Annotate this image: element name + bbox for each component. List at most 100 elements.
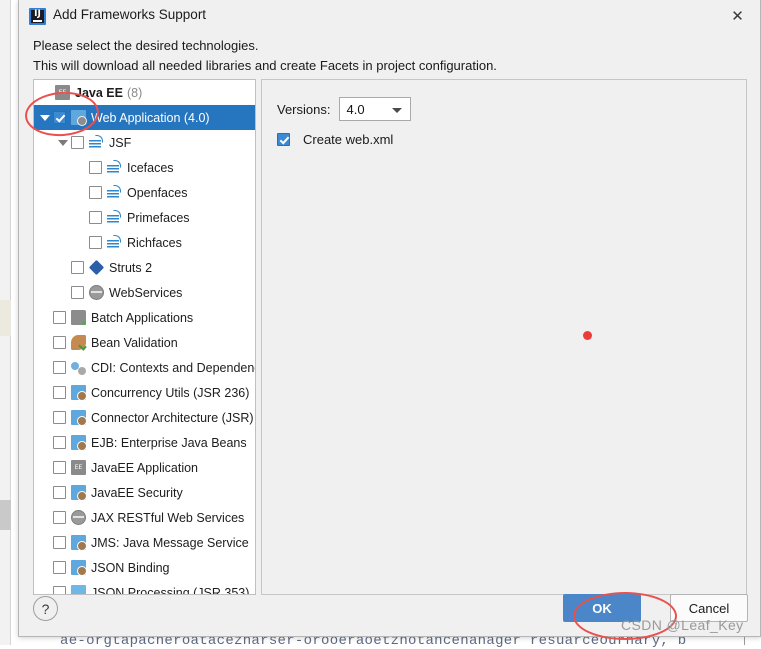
chevron-down-icon[interactable] [58, 140, 68, 146]
bean-validation-icon [71, 335, 86, 350]
tree-row[interactable]: JavaEE Application [34, 455, 255, 480]
tree-row[interactable]: WebServices [34, 280, 255, 305]
tree-row-label: Openfaces [127, 186, 187, 200]
tree-row-label: EJB: Enterprise Java Beans [91, 436, 247, 450]
module-icon [71, 435, 86, 450]
framework-checkbox[interactable] [53, 436, 66, 449]
tree-row-count: (8) [127, 86, 142, 100]
tree-row[interactable]: Connector Architecture (JSR) [34, 405, 255, 430]
cdi-icon [71, 360, 86, 375]
jsf-icon [107, 235, 122, 250]
tree-row[interactable]: Web Application (4.0) [34, 105, 255, 130]
tree-row[interactable]: JavaEE Security [34, 480, 255, 505]
tree-row[interactable]: Bean Validation [34, 330, 255, 355]
tree-row-label: CDI: Contexts and Dependency Injection [91, 361, 255, 375]
tree-row-label: Struts 2 [109, 261, 152, 275]
create-webxml-label: Create web.xml [303, 132, 393, 147]
tree-row-label: JavaEE Application [91, 461, 198, 475]
tree-row[interactable]: CDI: Contexts and Dependency Injection [34, 355, 255, 380]
tree-row[interactable]: Concurrency Utils (JSR 236) [34, 380, 255, 405]
javaee-icon [55, 85, 70, 100]
framework-detail-pane: Versions: 4.0 Create web.xml [261, 79, 747, 595]
globe-icon [89, 285, 104, 300]
dialog-title: Add Frameworks Support [53, 7, 206, 22]
tree-row[interactable]: EJB: Enterprise Java Beans [34, 430, 255, 455]
tree-row[interactable]: JSON Processing (JSR 353) [34, 580, 255, 594]
dialog-description: Please select the desired technologies. … [33, 36, 733, 76]
javaee-icon [71, 460, 86, 475]
tree-row[interactable]: Openfaces [34, 180, 255, 205]
tree-row-label: WebServices [109, 286, 182, 300]
framework-checkbox[interactable] [53, 386, 66, 399]
framework-checkbox[interactable] [53, 561, 66, 574]
module-icon [71, 410, 86, 425]
frameworks-tree[interactable]: Java EE (8) Web Application (4.0) JSF Icefac… [34, 80, 255, 594]
gutter-band-selected [0, 500, 11, 530]
ok-button[interactable]: OK [563, 594, 641, 622]
jsf-icon [107, 160, 122, 175]
background-gutter [0, 0, 11, 645]
struts-icon [89, 260, 104, 275]
framework-checkbox[interactable] [53, 511, 66, 524]
create-webxml-checkbox[interactable] [277, 133, 290, 146]
tree-row[interactable]: Batch Applications [34, 305, 255, 330]
tree-row[interactable]: Primefaces [34, 205, 255, 230]
framework-checkbox[interactable] [53, 486, 66, 499]
versions-selected-value: 4.0 [346, 102, 364, 117]
versions-row: Versions: 4.0 [277, 97, 411, 121]
chevron-down-icon [392, 108, 402, 113]
framework-checkbox[interactable] [53, 461, 66, 474]
tree-row-label: JSON Binding [91, 561, 170, 575]
framework-checkbox[interactable] [53, 311, 66, 324]
framework-checkbox[interactable] [89, 186, 102, 199]
help-button[interactable]: ? [33, 596, 58, 621]
tree-row[interactable]: JMS: Java Message Service [34, 530, 255, 555]
tree-row[interactable]: Richfaces [34, 230, 255, 255]
globe-icon [71, 510, 86, 525]
tree-row-label: Concurrency Utils (JSR 236) [91, 386, 249, 400]
framework-checkbox[interactable] [89, 211, 102, 224]
tree-row[interactable]: Struts 2 [34, 255, 255, 280]
batch-icon [71, 310, 86, 325]
close-icon[interactable]: ✕ [715, 0, 760, 32]
jsf-icon [107, 210, 122, 225]
tree-row[interactable]: JSF [34, 130, 255, 155]
tree-row-label: JSON Processing (JSR 353) [91, 586, 249, 595]
description-line-2: This will download all needed libraries … [33, 56, 733, 76]
tree-row-label: Java EE [75, 86, 123, 100]
module-icon [71, 535, 86, 550]
versions-label: Versions: [277, 102, 330, 117]
framework-checkbox[interactable] [89, 161, 102, 174]
framework-checkbox[interactable] [53, 586, 66, 594]
tree-row-label: JSF [109, 136, 131, 150]
web-application-icon [71, 110, 86, 125]
tree-row[interactable]: Icefaces [34, 155, 255, 180]
tree-row-label: Richfaces [127, 236, 182, 250]
tree-row[interactable]: JAX RESTful Web Services [34, 505, 255, 530]
framework-checkbox[interactable] [53, 361, 66, 374]
cancel-button[interactable]: Cancel [670, 594, 748, 622]
framework-checkbox[interactable] [71, 286, 84, 299]
framework-checkbox[interactable] [53, 336, 66, 349]
versions-dropdown[interactable]: 4.0 [339, 97, 411, 121]
tree-row-label: Web Application (4.0) [91, 111, 210, 125]
add-frameworks-support-dialog: Add Frameworks Support ✕ Please select t… [18, 0, 761, 637]
tree-row-label: JavaEE Security [91, 486, 183, 500]
dialog-footer: ? OK Cancel [19, 594, 761, 636]
jsf-icon [107, 185, 122, 200]
gutter-band-highlight [0, 300, 11, 336]
mouse-cursor-dot [583, 331, 592, 340]
framework-checkbox[interactable] [89, 236, 102, 249]
framework-checkbox[interactable] [71, 261, 84, 274]
framework-checkbox[interactable] [53, 536, 66, 549]
frameworks-tree-pane[interactable]: Java EE (8) Web Application (4.0) JSF Icefac… [33, 79, 256, 595]
framework-checkbox[interactable] [53, 411, 66, 424]
framework-checkbox[interactable] [71, 136, 84, 149]
description-line-1: Please select the desired technologies. [33, 36, 733, 56]
framework-checkbox[interactable] [53, 111, 66, 124]
create-webxml-row[interactable]: Create web.xml [277, 132, 393, 147]
tree-row-label: Icefaces [127, 161, 174, 175]
tree-row[interactable]: Java EE (8) [34, 80, 255, 105]
chevron-down-icon[interactable] [40, 115, 50, 121]
tree-row[interactable]: JSON Binding [34, 555, 255, 580]
